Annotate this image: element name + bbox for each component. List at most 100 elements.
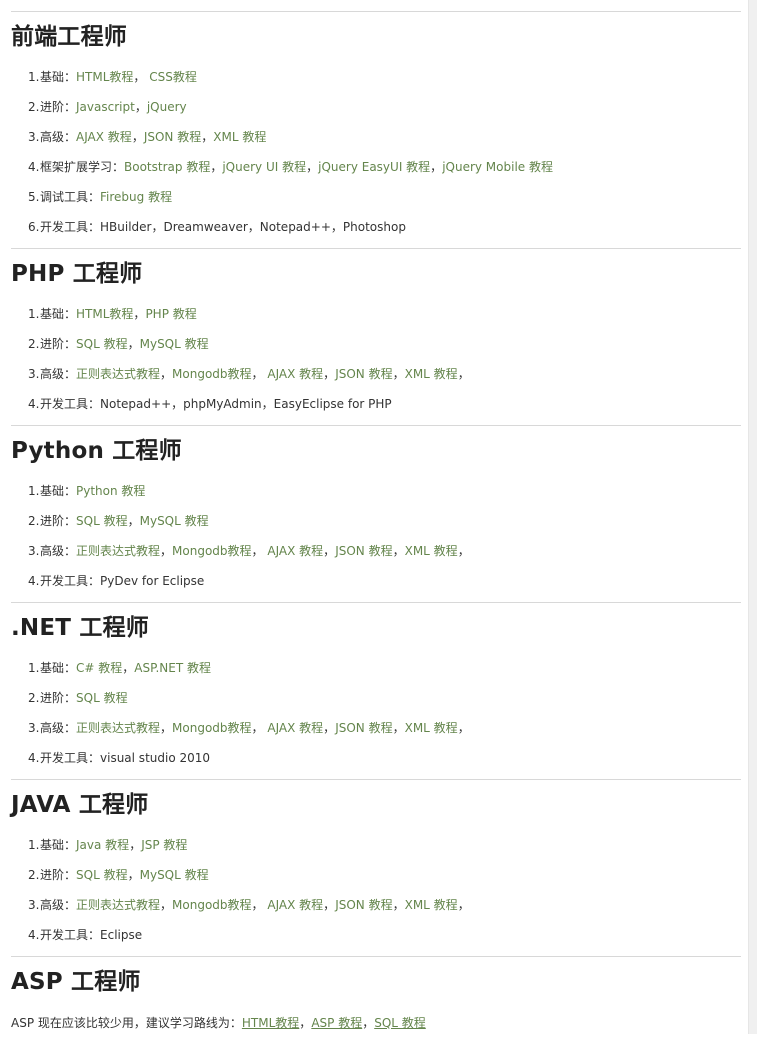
list-item: 4.开发工具：PyDev for Eclipse xyxy=(11,566,749,596)
tutorial-link[interactable]: jQuery Mobile 教程 xyxy=(442,160,553,174)
tutorial-link[interactable]: Mongodb教程 xyxy=(172,898,252,912)
tutorial-link[interactable]: XML 教程 xyxy=(405,367,458,381)
tutorial-link[interactable]: Python 教程 xyxy=(76,484,145,498)
item-label: 高级： xyxy=(40,367,77,381)
sql-tutorial-link[interactable]: SQL 教程 xyxy=(374,1016,426,1030)
item-text: ， xyxy=(457,544,470,558)
learning-path-list: 1.基础：Python 教程 2.进阶：SQL 教程，MySQL 教程 3.高级：正… xyxy=(11,476,749,596)
tutorial-link[interactable]: MySQL 教程 xyxy=(140,337,209,351)
list-number: 3. xyxy=(28,367,40,381)
separator: ， xyxy=(362,1016,375,1030)
tutorial-link[interactable]: Javascript xyxy=(76,100,135,114)
tutorial-link[interactable]: AJAX 教程 xyxy=(267,898,323,912)
scrollbar-track[interactable] xyxy=(748,0,757,1034)
tutorial-link[interactable]: Mongodb教程 xyxy=(172,367,252,381)
tutorial-link[interactable]: jQuery xyxy=(147,100,187,114)
tutorial-link[interactable]: XML 教程 xyxy=(405,721,458,735)
tutorial-link[interactable]: 正则表达式教程 xyxy=(76,898,160,912)
item-text: ， xyxy=(133,307,146,321)
item-label: 进阶： xyxy=(40,868,77,882)
tutorial-link[interactable]: 正则表达式教程 xyxy=(76,721,160,735)
item-label: 进阶： xyxy=(40,100,77,114)
tutorial-link[interactable]: JSON 教程 xyxy=(335,544,392,558)
tutorial-link[interactable]: AJAX 教程 xyxy=(267,544,323,558)
tutorial-link[interactable]: jQuery UI 教程 xyxy=(222,160,306,174)
item-text: ， xyxy=(160,721,173,735)
separator: ， xyxy=(299,1016,312,1030)
tutorial-link[interactable]: AJAX 教程 xyxy=(76,130,132,144)
item-label: 高级： xyxy=(40,898,77,912)
item-text: ， xyxy=(131,130,144,144)
list-number: 1. xyxy=(28,307,40,321)
item-text: ， xyxy=(251,367,268,381)
list-number: 1. xyxy=(28,838,40,852)
tutorial-link[interactable]: SQL 教程 xyxy=(76,337,128,351)
list-item: 6.开发工具：HBuilder，Dreamweaver，Notepad++，Ph… xyxy=(11,212,749,242)
tutorial-link[interactable]: Mongodb教程 xyxy=(172,721,252,735)
tutorial-link[interactable]: Mongodb教程 xyxy=(172,544,252,558)
item-label: 开发工具： xyxy=(40,751,101,765)
item-text: ， xyxy=(392,721,405,735)
tutorial-link[interactable]: SQL 教程 xyxy=(76,868,128,882)
list-item: 3.高级：AJAX 教程，JSON 教程，XML 教程 xyxy=(11,122,749,152)
tutorial-link[interactable]: JSON 教程 xyxy=(144,130,201,144)
list-item: 1.基础：Python 教程 xyxy=(11,476,749,506)
list-number: 2. xyxy=(28,100,40,114)
tutorial-link[interactable]: Java 教程 xyxy=(76,838,129,852)
tutorial-link[interactable]: JSON 教程 xyxy=(335,898,392,912)
item-text: ， xyxy=(251,544,268,558)
list-number: 3. xyxy=(28,898,40,912)
list-item: 3.高级：正则表达式教程，Mongodb教程， AJAX 教程，JSON 教程，… xyxy=(11,890,749,920)
tutorial-link[interactable]: Bootstrap 教程 xyxy=(124,160,210,174)
item-label: 高级： xyxy=(40,130,77,144)
item-text: ， xyxy=(134,100,147,114)
item-label: 开发工具： xyxy=(40,220,101,234)
item-text: Notepad++，phpMyAdmin，EasyEclipse for PHP xyxy=(100,397,392,411)
tutorial-link[interactable]: XML 教程 xyxy=(405,544,458,558)
item-label: 基础： xyxy=(40,661,77,675)
item-text: ， xyxy=(457,367,470,381)
tutorial-link[interactable]: HTML教程 xyxy=(76,307,133,321)
list-number: 6. xyxy=(28,220,40,234)
item-label: 调试工具： xyxy=(40,190,101,204)
list-item: 2.进阶：SQL 教程，MySQL 教程 xyxy=(11,860,749,890)
list-number: 4. xyxy=(28,574,40,588)
tutorial-link[interactable]: jQuery EasyUI 教程 xyxy=(318,160,430,174)
tutorial-link[interactable]: 正则表达式教程 xyxy=(76,367,160,381)
list-number: 2. xyxy=(28,868,40,882)
item-text: visual studio 2010 xyxy=(100,751,211,765)
tutorial-link[interactable]: JSON 教程 xyxy=(335,367,392,381)
list-item: 1.基础：HTML教程， CSS教程 xyxy=(11,62,749,92)
list-item: 1.基础：HTML教程，PHP 教程 xyxy=(11,299,749,329)
tutorial-link[interactable]: Firebug 教程 xyxy=(100,190,172,204)
tutorial-link[interactable]: MySQL 教程 xyxy=(140,514,209,528)
asp-tutorial-link[interactable]: ASP 教程 xyxy=(311,1016,362,1030)
list-item: 1.基础：C# 教程，ASP.NET 教程 xyxy=(11,653,749,683)
item-label: 进阶： xyxy=(40,337,77,351)
section-title: .NET 工程师 xyxy=(11,615,149,641)
item-text: ， xyxy=(127,337,140,351)
tutorial-link[interactable]: C# 教程 xyxy=(76,661,122,675)
item-text: ， xyxy=(457,721,470,735)
section-php: PHP 工程师 1.基础：HTML教程，PHP 教程 2.进阶：SQL 教程，My… xyxy=(0,249,749,419)
tutorial-link[interactable]: MySQL 教程 xyxy=(140,868,209,882)
list-item: 4.开发工具：Eclipse xyxy=(11,920,749,950)
tutorial-link[interactable]: ASP.NET 教程 xyxy=(134,661,211,675)
item-text: Eclipse xyxy=(100,928,143,942)
tutorial-link[interactable]: HTML教程 xyxy=(76,70,133,84)
tutorial-link[interactable]: JSP 教程 xyxy=(141,838,187,852)
list-item: 3.高级：正则表达式教程，Mongodb教程， AJAX 教程，JSON 教程，… xyxy=(11,359,749,389)
tutorial-link[interactable]: AJAX 教程 xyxy=(267,721,323,735)
tutorial-link[interactable]: PHP 教程 xyxy=(145,307,196,321)
tutorial-link[interactable]: XML 教程 xyxy=(213,130,266,144)
tutorial-link[interactable]: XML 教程 xyxy=(405,898,458,912)
tutorial-link[interactable]: CSS教程 xyxy=(149,70,197,84)
tutorial-link[interactable]: JSON 教程 xyxy=(335,721,392,735)
item-label: 基础： xyxy=(40,484,77,498)
html-tutorial-link[interactable]: HTML教程 xyxy=(242,1016,299,1030)
tutorial-link[interactable]: SQL 教程 xyxy=(76,691,128,705)
tutorial-link[interactable]: AJAX 教程 xyxy=(267,367,323,381)
tutorial-link[interactable]: SQL 教程 xyxy=(76,514,128,528)
list-item: 4.开发工具：visual studio 2010 xyxy=(11,743,749,773)
tutorial-link[interactable]: 正则表达式教程 xyxy=(76,544,160,558)
